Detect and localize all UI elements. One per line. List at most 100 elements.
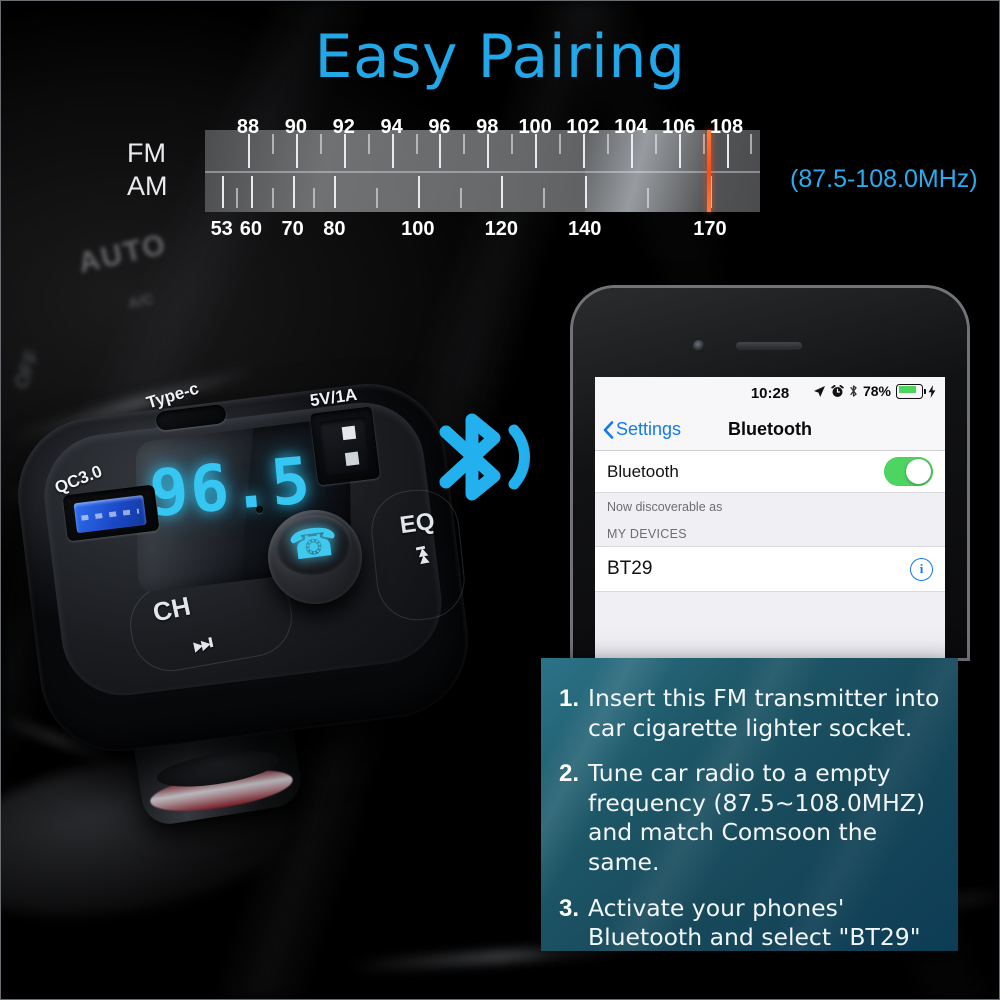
am-scale-number: 140 [568,218,602,240]
microphone-hole [256,506,263,513]
am-tick [501,176,504,208]
am-scale-number: 60 [239,218,263,240]
fm-scale-number: 98 [476,116,499,138]
earpiece-speaker [736,342,802,350]
fm-tick-minor [750,134,753,154]
back-button-label: Settings [616,419,682,439]
fm-tick [343,134,346,168]
bluetooth-row-label: Bluetooth [607,461,679,481]
am-scale-number: 120 [484,218,518,240]
instruction-text: Activate your phones' Bluetooth and sele… [588,893,921,951]
am-tick-minor [313,188,316,208]
my-devices-header: MY DEVICES [607,527,687,541]
info-circle-icon[interactable]: i [910,557,933,581]
ios-status-bar: 10:28 78% [595,377,945,409]
fm-scale-number: 104 [614,116,648,138]
dial-scale-panel: 88 90 92 94 96 98 100 102 104 106 108 53 60 70 80 100 1… [205,116,760,240]
fm-tick-minor [367,134,370,154]
fm-tick-minor [511,134,514,154]
fm-scale-number: 88 [236,116,260,138]
instruction-step: 3. Activate your phones' Bluetooth and se… [559,894,942,951]
usb-contact [318,416,372,476]
fm-transmitter-device: 96.5 QC3.0 Type-c 5V/1A ☎ CH ⏭ EQ ⏮ [9,375,488,828]
fm-tick-minor [271,134,274,154]
am-tick [334,176,337,208]
status-time: 10:28 [750,385,790,402]
phone-screen: 10:28 78% Settings Bluetooth Bluetooth N… [595,377,945,658]
band-label-fm: FM [127,138,166,168]
location-arrow-icon [813,385,825,397]
usb-5v1a-port [309,406,381,486]
am-tick [250,176,253,208]
instruction-text: Insert this FM transmitter into car ciga… [588,684,940,742]
fm-scale-number: 94 [380,116,403,138]
tuning-needle [707,130,712,212]
discoverable-note: Now discoverable as [607,500,723,514]
fm-tick [439,134,442,168]
fm-scale-number: 108 [709,116,744,138]
product-marketing-image: AUTO A/C OFF Easy Pairing FM AM 88 90 92 94… [0,0,1000,1000]
knob-top-surface: ☎ [272,510,355,580]
back-button[interactable]: Settings [603,419,681,440]
am-tick-minor [236,188,239,208]
instruction-number: 3. [559,894,580,922]
fm-tick-minor [463,134,466,154]
fm-tick-minor [319,134,322,154]
instruction-number: 1. [559,685,580,712]
am-scale-number: 170 [693,218,727,240]
chevron-left-icon [603,420,614,439]
device-list-item[interactable]: BT29 i [595,546,945,592]
charging-bolt-icon [928,384,936,398]
fm-scale-number: 102 [566,116,600,138]
am-tick [417,176,420,208]
front-camera-icon [693,340,705,352]
fm-tick [726,134,729,168]
fm-scale-number: 92 [332,116,355,138]
fm-tick [248,134,251,168]
device-name: BT29 [607,558,653,579]
am-tick-minor [459,188,462,208]
dial-glare [585,130,705,212]
am-scale-number: 80 [323,218,346,240]
status-right-group: 78% [813,383,936,399]
instruction-list: 1. Insert this FM transmitter into car ci… [541,658,958,951]
alarm-clock-icon [831,384,844,397]
fm-scale-number: 96 [428,116,451,138]
am-tick [221,176,224,208]
bluetooth-icon [424,398,544,516]
smartphone: 10:28 78% Settings Bluetooth Bluetooth N… [573,288,967,658]
bluetooth-toggle-row[interactable]: Bluetooth [595,451,945,493]
usb-blue-contact [73,494,147,534]
battery-percent: 78% [862,383,891,399]
fm-tick-minor [415,134,418,154]
am-tick-minor [376,188,379,208]
bluetooth-toggle[interactable] [884,457,933,486]
nav-bar: Settings Bluetooth [595,409,945,451]
frequency-range-label: (87.5-108.0MHz) [790,165,978,193]
page-title: Easy Pairing [314,22,686,92]
settings-list: Bluetooth Now discoverable as MY DEVICES… [595,451,945,658]
phone-call-icon: ☎ [285,518,341,571]
am-tick [292,176,295,208]
instruction-text: Tune car radio to a empty frequency (87.… [588,759,926,877]
radio-dial: FM AM 88 90 92 94 96 98 100 102 104 106 108 53 60 70… [120,116,800,240]
am-tick-minor [271,188,274,208]
battery-icon [896,383,926,399]
instruction-number: 2. [559,760,580,788]
instructions-panel: 1. Insert this FM transmitter into car ci… [541,658,958,951]
fm-tick [391,134,394,168]
fm-scale-number: 90 [284,116,308,138]
fm-scale-number: 106 [661,116,696,138]
am-scale-number: 53 [210,218,233,240]
page-heading: Bluetooth [728,419,812,439]
instruction-step: 2. Tune car radio to a empty frequency (8… [559,759,942,877]
am-scale-number: 70 [281,218,304,240]
fm-tick-minor [559,134,562,154]
instruction-step: 1. Insert this FM transmitter into car ci… [559,684,942,743]
am-tick-minor [543,188,545,208]
fm-scale-number: 100 [518,116,552,138]
fm-tick [487,134,490,168]
bluetooth-icon [850,385,857,397]
band-label-am: AM [127,171,168,201]
fm-tick [535,134,538,168]
